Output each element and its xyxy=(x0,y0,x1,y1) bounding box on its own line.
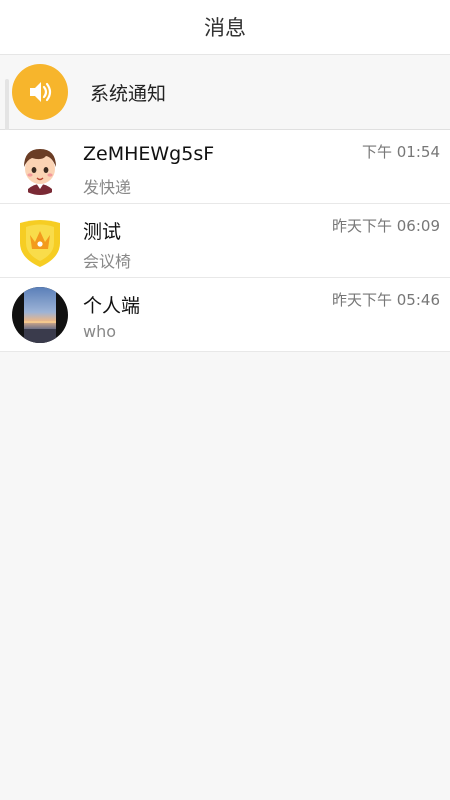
last-message: who xyxy=(83,322,117,341)
conversation-row[interactable]: 个人端 who 昨天下午 05:46 xyxy=(0,278,450,352)
contact-name: 测试 xyxy=(83,221,122,243)
message-time: 昨天下午 06:09 xyxy=(332,217,440,235)
conversation-row[interactable]: ZeMHEWg5sF 发快递 下午 01:54 xyxy=(0,130,450,204)
speaker-icon xyxy=(12,64,68,120)
yellow-shield-avatar xyxy=(12,213,68,269)
system-notice-row[interactable]: 系统通知 xyxy=(0,55,450,175)
last-message: 发快递 xyxy=(83,178,132,197)
page-title: 消息 xyxy=(204,16,246,40)
contact-name: 个人端 xyxy=(83,295,141,317)
conversation-row[interactable]: 测试 会议椅 昨天下午 06:09 xyxy=(0,204,450,278)
landscape-photo-avatar xyxy=(12,287,68,343)
top-bar: 消息 xyxy=(0,0,450,55)
messages-screen: 消息 系统通知 ZeMHEWg5sF 发快递 下午 01:54 测试 会议椅 昨… xyxy=(0,0,450,800)
contact-name: ZeMHEWg5sF xyxy=(83,143,215,165)
message-time: 下午 01:54 xyxy=(362,143,440,161)
last-message: 会议椅 xyxy=(83,252,132,271)
system-notice-label: 系统通知 xyxy=(90,82,167,105)
cartoon-boy-avatar xyxy=(12,139,68,195)
message-time: 昨天下午 05:46 xyxy=(332,291,440,309)
